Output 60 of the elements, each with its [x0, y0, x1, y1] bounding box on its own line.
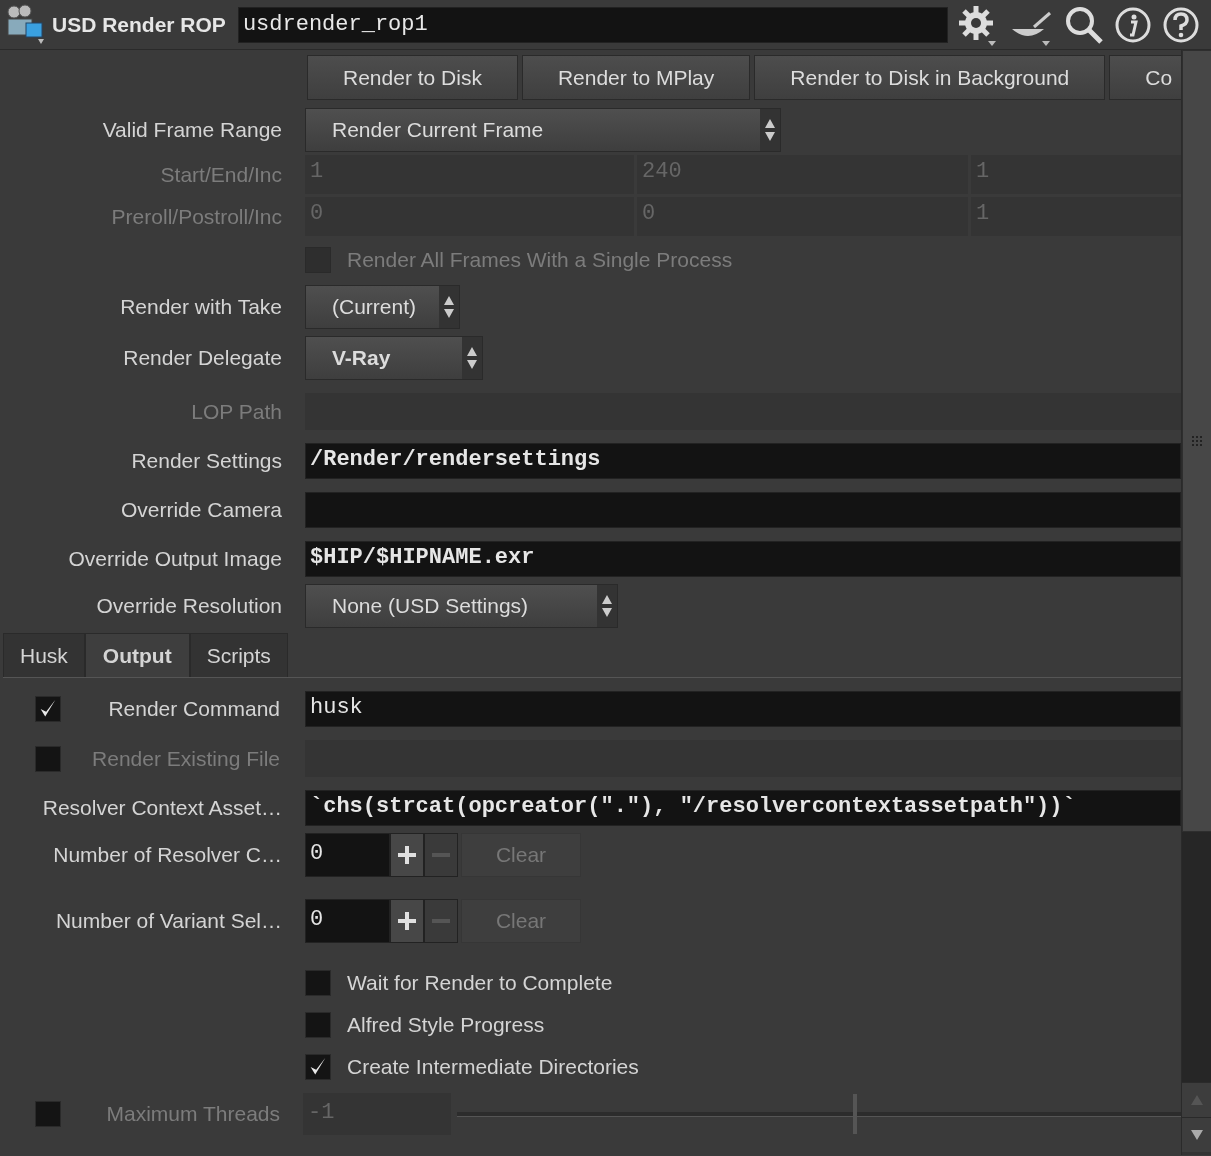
checkbox-label: Wait for Render to Complete [347, 971, 613, 995]
checkbox-label: Alfred Style Progress [347, 1013, 545, 1037]
text-field[interactable] [305, 492, 1181, 528]
parameter-label: Override Camera [119, 498, 283, 522]
help-icon[interactable] [1161, 5, 1200, 44]
updown-arrows-icon [443, 295, 455, 319]
parameter-label: Override Output Image [67, 547, 283, 571]
add-button[interactable] [390, 833, 424, 877]
tab[interactable]: Output [84, 633, 190, 677]
parameter-label: Resolver Context Asset… [41, 796, 283, 820]
tab[interactable]: Husk [3, 633, 85, 677]
parameter-label: LOP Path [190, 399, 283, 424]
parameter-label: Render Delegate [122, 346, 283, 370]
number-field[interactable]: 0 [305, 899, 390, 943]
parameter-label: Maximum Threads [105, 1102, 280, 1126]
parameter-label: Render Command [107, 697, 280, 721]
parameter-label: Number of Variant Sel… [54, 909, 283, 933]
action-button[interactable]: Render to MPlay [521, 55, 751, 100]
action-button[interactable]: Render to Disk [307, 55, 518, 100]
updown-arrows-icon [466, 346, 478, 370]
number-field[interactable]: 0 [305, 833, 390, 877]
scrollbar[interactable] [1181, 50, 1211, 1155]
text-field[interactable]: $HIP/$HIPNAME.exr [305, 541, 1181, 577]
search-icon[interactable] [1063, 4, 1104, 45]
parameter-label: Valid Frame Range [101, 118, 283, 142]
parameter-label: Number of Resolver C… [52, 843, 283, 867]
node-name-field[interactable]: usdrender_rop1 [237, 6, 948, 43]
action-button[interactable]: Co [1109, 55, 1181, 100]
text-field[interactable]: husk [305, 691, 1181, 727]
updown-arrows-icon [764, 118, 776, 142]
checkbox[interactable] [305, 1012, 331, 1038]
checkbox[interactable] [305, 1054, 331, 1080]
checkbox-label: Create Intermediate Directories [347, 1055, 639, 1079]
grip-icon [1192, 436, 1202, 446]
dropdown-menu[interactable]: V-Ray [305, 336, 483, 380]
scroll-up-icon[interactable] [1190, 1094, 1204, 1106]
scroll-down-icon[interactable] [1190, 1129, 1204, 1141]
parameter-label: Start/End/Inc [159, 162, 283, 187]
scrollbar-thumb[interactable] [1182, 50, 1211, 832]
parameter-label: Render Existing File [91, 746, 280, 771]
node-type-label: USD Render ROP [52, 12, 226, 37]
updown-arrows-icon [601, 594, 613, 618]
checkbox[interactable] [305, 970, 331, 996]
dropdown-menu[interactable]: None (USD Settings) [305, 584, 618, 628]
action-button[interactable]: Render to Disk in Background [754, 55, 1106, 100]
text-field[interactable]: `chs(strcat(opcreator("."), "/resolvercontextassetpath"))` [305, 790, 1181, 826]
checkbox[interactable] [35, 696, 61, 722]
plus-icon [397, 845, 417, 865]
dropdown-menu[interactable]: Render Current Frame [305, 108, 781, 152]
checkbox-label: Render All Frames With a Single Process [347, 248, 733, 272]
dropdown-menu[interactable]: (Current) [305, 285, 460, 329]
parameter-label: Preroll/Postroll/Inc [110, 204, 283, 229]
text-field[interactable]: /Render/rendersettings [305, 443, 1181, 479]
add-button[interactable] [390, 899, 424, 943]
tab[interactable]: Scripts [189, 633, 288, 677]
parameter-label: Render Settings [130, 449, 283, 473]
info-icon[interactable] [1113, 5, 1152, 44]
parameter-label: Override Resolution [95, 594, 283, 618]
plus-icon [397, 911, 417, 931]
parameter-label: Render with Take [119, 295, 283, 319]
